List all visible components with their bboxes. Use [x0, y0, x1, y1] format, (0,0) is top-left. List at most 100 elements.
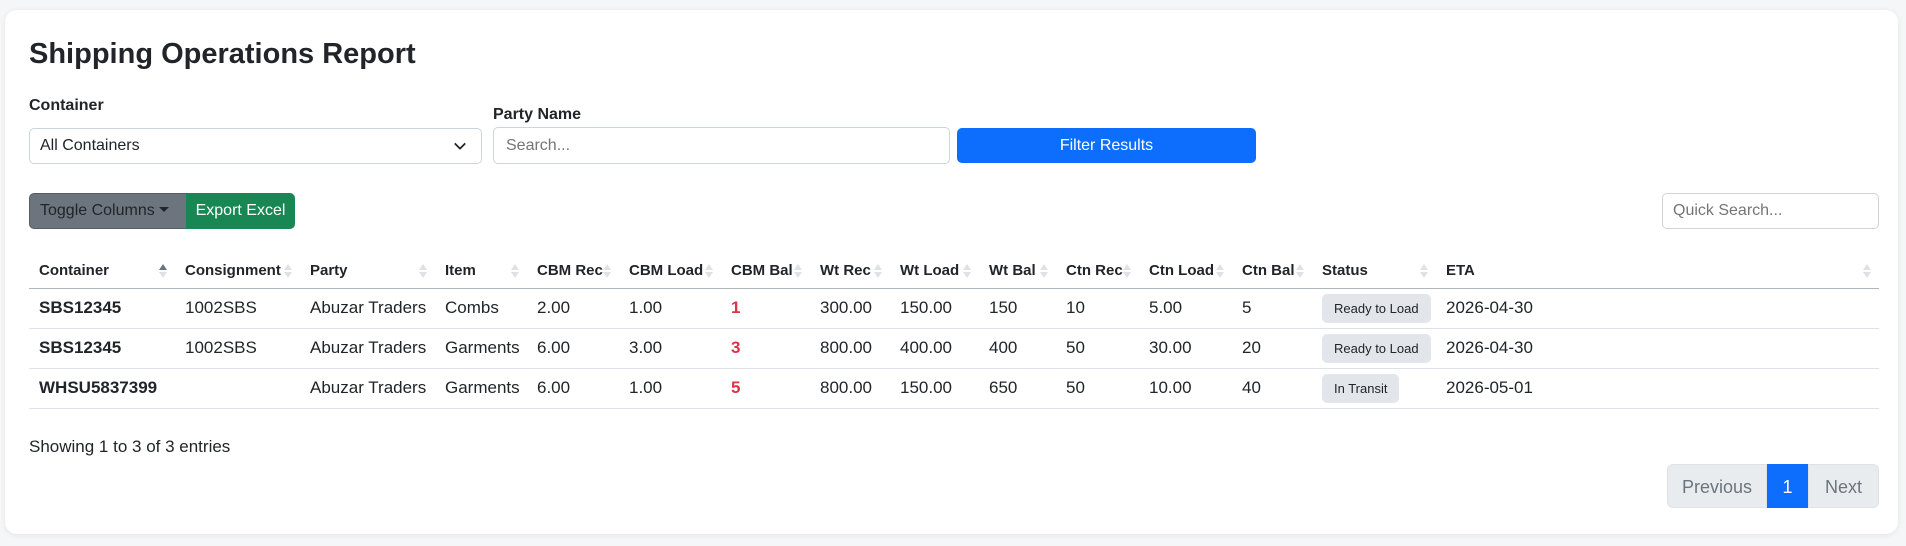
pagination: Previous 1 Next — [1667, 464, 1879, 508]
sort-icon — [603, 264, 611, 278]
column-header[interactable]: Wt Bal — [979, 254, 1056, 289]
export-excel-button[interactable]: Export Excel — [186, 193, 295, 229]
sort-icon — [794, 264, 802, 278]
sort-icon — [419, 264, 427, 278]
container-select[interactable]: All Containers — [29, 128, 482, 164]
cell-cbm-bal: 3 — [721, 328, 810, 369]
cell-eta: 2026-04-30 — [1436, 328, 1879, 369]
cell-ctn-rec: 10 — [1056, 288, 1139, 329]
cell-wt-load: 150.00 — [890, 368, 979, 409]
cell-eta: 2026-04-30 — [1436, 288, 1879, 329]
toggle-columns-label: Toggle Columns — [40, 202, 155, 219]
cell-ctn-bal: 20 — [1232, 328, 1312, 369]
cell-wt-bal: 650 — [979, 368, 1056, 409]
table-row: SBS12345 1002SBS Abuzar Traders Combs 2.… — [29, 288, 1879, 329]
table-row: WHSU5837399 Abuzar Traders Garments 6.00… — [29, 368, 1879, 409]
page-title: Shipping Operations Report — [29, 38, 416, 70]
next-page-button[interactable]: Next — [1808, 464, 1879, 508]
container-label: Container — [29, 97, 104, 114]
cell-cbm-rec: 6.00 — [527, 368, 619, 409]
cell-consignment — [175, 368, 300, 409]
table-row: SBS12345 1002SBS Abuzar Traders Garments… — [29, 328, 1879, 369]
cell-item: Garments — [435, 328, 527, 369]
column-header[interactable]: CBM Rec — [527, 254, 619, 289]
sort-icon — [1863, 264, 1871, 278]
toggle-columns-button[interactable]: Toggle Columns — [29, 193, 188, 229]
column-header[interactable]: Ctn Bal — [1232, 254, 1312, 289]
cell-ctn-load: 10.00 — [1139, 368, 1232, 409]
column-header[interactable]: Ctn Rec — [1056, 254, 1139, 289]
sort-asc-icon — [159, 264, 167, 278]
sort-icon — [1216, 264, 1224, 278]
cell-wt-load: 400.00 — [890, 328, 979, 369]
status-badge: In Transit — [1322, 373, 1400, 403]
status-badge: Ready to Load — [1322, 293, 1431, 323]
cell-status: Ready to Load — [1312, 328, 1436, 369]
sort-icon — [963, 264, 971, 278]
cell-wt-load: 150.00 — [890, 288, 979, 329]
cell-wt-rec: 300.00 — [810, 288, 890, 329]
column-header[interactable]: Item — [435, 254, 527, 289]
cell-party: Abuzar Traders — [300, 368, 435, 409]
column-header[interactable]: CBM Load — [619, 254, 721, 289]
column-header[interactable]: ETA — [1436, 254, 1879, 289]
cell-wt-bal: 400 — [979, 328, 1056, 369]
cell-cbm-bal: 5 — [721, 368, 810, 409]
cell-cbm-rec: 2.00 — [527, 288, 619, 329]
status-badge: Ready to Load — [1322, 333, 1431, 363]
cell-container: SBS12345 — [29, 328, 175, 369]
cell-ctn-bal: 5 — [1232, 288, 1312, 329]
column-header[interactable]: Wt Rec — [810, 254, 890, 289]
previous-page-button[interactable]: Previous — [1667, 464, 1767, 508]
cell-container: WHSU5837399 — [29, 368, 175, 409]
cell-consignment: 1002SBS — [175, 328, 300, 369]
party-name-label: Party Name — [493, 106, 582, 123]
report-card: Shipping Operations Report Container Par… — [5, 10, 1898, 534]
cell-cbm-load: 1.00 — [619, 368, 721, 409]
party-name-input[interactable] — [493, 127, 950, 164]
caret-down-icon — [158, 206, 169, 212]
column-header[interactable]: CBM Bal — [721, 254, 810, 289]
cell-ctn-bal: 40 — [1232, 368, 1312, 409]
sort-icon — [1040, 264, 1048, 278]
shipping-table: Container Consignment Party Item CBM Rec… — [29, 254, 1879, 409]
chevron-down-icon — [454, 142, 466, 150]
sort-icon — [511, 264, 519, 278]
column-header[interactable]: Status — [1312, 254, 1436, 289]
cell-ctn-load: 30.00 — [1139, 328, 1232, 369]
filter-results-button[interactable]: Filter Results — [957, 128, 1256, 163]
sort-icon — [1296, 264, 1304, 278]
cell-status: In Transit — [1312, 368, 1436, 409]
sort-icon — [284, 264, 292, 278]
cell-wt-rec: 800.00 — [810, 368, 890, 409]
sort-icon — [1420, 264, 1428, 278]
cell-ctn-rec: 50 — [1056, 368, 1139, 409]
cell-wt-rec: 800.00 — [810, 328, 890, 369]
sort-icon — [705, 264, 713, 278]
cell-cbm-bal: 1 — [721, 288, 810, 329]
column-header[interactable]: Ctn Load — [1139, 254, 1232, 289]
cell-consignment: 1002SBS — [175, 288, 300, 329]
cell-item: Combs — [435, 288, 527, 329]
cell-ctn-rec: 50 — [1056, 328, 1139, 369]
quick-search-input[interactable] — [1662, 193, 1879, 229]
cell-party: Abuzar Traders — [300, 288, 435, 329]
column-header[interactable]: Wt Load — [890, 254, 979, 289]
column-header[interactable]: Party — [300, 254, 435, 289]
table-header-row: Container Consignment Party Item CBM Rec… — [29, 254, 1879, 289]
cell-cbm-rec: 6.00 — [527, 328, 619, 369]
cell-item: Garments — [435, 368, 527, 409]
column-header[interactable]: Consignment — [175, 254, 300, 289]
page-1-button[interactable]: 1 — [1767, 464, 1808, 508]
entries-info: Showing 1 to 3 of 3 entries — [29, 437, 231, 456]
cell-cbm-load: 3.00 — [619, 328, 721, 369]
cell-container: SBS12345 — [29, 288, 175, 329]
cell-cbm-load: 1.00 — [619, 288, 721, 329]
cell-ctn-load: 5.00 — [1139, 288, 1232, 329]
column-header[interactable]: Container — [29, 254, 175, 289]
container-select-value: All Containers — [40, 137, 140, 154]
sort-icon — [874, 264, 882, 278]
cell-eta: 2026-05-01 — [1436, 368, 1879, 409]
cell-wt-bal: 150 — [979, 288, 1056, 329]
cell-status: Ready to Load — [1312, 288, 1436, 329]
